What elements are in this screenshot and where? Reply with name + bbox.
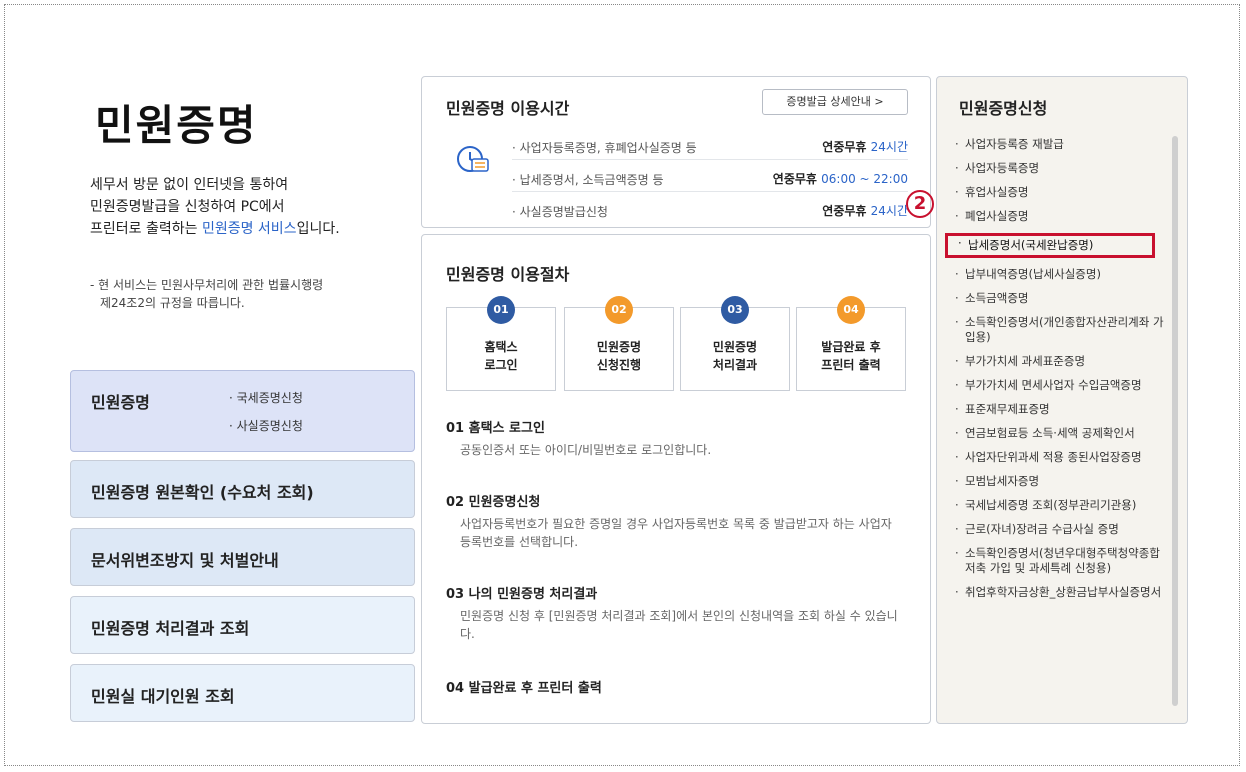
time-label: 연중무휴: [822, 204, 867, 218]
desc-line-2: 민원증명발급을 신청하여 PC에서: [90, 199, 285, 215]
tax-payment-certificate-item[interactable]: 납세증명서(국세완납증명): [945, 233, 1155, 258]
desc-text-end: 입니다.: [296, 221, 340, 237]
menu-label: 민원증명 원본확인 (수요처 조회): [91, 483, 314, 502]
note-line-1: - 현 서비스는 민원사무처리에 관한 법률시행령: [90, 278, 324, 292]
desc-text: 프린터로 출력하는: [90, 221, 202, 237]
menu-original-check[interactable]: 민원증명 원본확인 (수요처 조회): [70, 460, 415, 518]
menu-label: 문서위변조방지 및 처벌안내: [91, 551, 279, 570]
time-label: 연중무휴: [822, 140, 867, 154]
step-label: 민원증명 신청진행: [596, 340, 642, 372]
hours-row: · 납세증명서, 소득금액증명 등 연중무휴 06:00 ~ 22:00: [512, 165, 908, 192]
step-number: 04: [837, 296, 865, 324]
certificate-item[interactable]: 근로(자녀)장려금 수급사실 증명: [955, 522, 1169, 537]
step-box: 02 민원증명 신청진행: [564, 296, 674, 391]
certificate-item[interactable]: 연금보험료등 소득·세액 공제확인서: [955, 426, 1169, 441]
hours-row-name: · 사업자등록증명, 휴폐업사실증명 등: [512, 141, 697, 155]
time-value: 24시간: [870, 140, 908, 154]
certificate-item[interactable]: 부가가치세 과세표준증명: [955, 354, 1169, 369]
menu-label: 민원증명 처리결과 조회: [91, 619, 250, 638]
page-description: 세무서 방문 없이 인터넷을 통하여 민원증명발급을 신청하여 PC에서 프린터…: [90, 174, 410, 240]
page-title: 민원증명: [95, 101, 258, 150]
menu-civil-certificate[interactable]: 민원증명 · 국세증명신청 · 사실증명신청: [70, 370, 415, 452]
certificate-item[interactable]: 사업자등록증명: [955, 161, 1169, 176]
step-label: 홈택스 로그인: [484, 340, 518, 372]
certificate-item[interactable]: 사업자단위과세 적용 종된사업장증명: [955, 450, 1169, 465]
section-description: 사업자등록번호가 필요한 증명일 경우 사업자등록번호 목록 중 발급받고자 하…: [460, 517, 892, 549]
menu-label: 민원실 대기인원 조회: [91, 687, 235, 706]
certificate-item[interactable]: 소득금액증명: [955, 291, 1169, 306]
hours-row-time: 연중무휴 24시간: [822, 202, 908, 219]
certificate-item[interactable]: 표준재무제표증명: [955, 402, 1169, 417]
step-label: 발급완료 후 프린터 출력: [821, 340, 881, 372]
step-box: 01 홈택스 로그인: [446, 296, 556, 391]
national-tax-cert-link[interactable]: · 국세증명신청: [229, 389, 303, 406]
time-value: 24시간: [870, 204, 908, 218]
certificate-item[interactable]: 취업후학자금상환_상환금납부사실증명서: [955, 585, 1169, 600]
section-title: 02 민원증명신청: [446, 495, 541, 510]
legal-note: - 현 서비스는 민원사무처리에 관한 법률시행령 제24조2의 규정을 따릅니…: [90, 276, 390, 312]
section-description: 공동인증서 또는 아이디/비밀번호로 로그인합니다.: [460, 443, 712, 457]
step-number: 03: [721, 296, 749, 324]
step-number: 02: [605, 296, 633, 324]
certificate-item[interactable]: 휴업사실증명: [955, 185, 1169, 200]
certificate-item[interactable]: 소득확인증명서(청년우대형주택청약종합저축 가입 및 과세특례 신청용): [955, 546, 1169, 576]
section-title: 01 홈택스 로그인: [446, 421, 545, 436]
usage-procedure-card: 민원증명 이용절차 01 홈택스 로그인 02 민원증명 신청진행 03 민원증…: [421, 234, 931, 724]
certificate-item[interactable]: 모범납세자증명: [955, 474, 1169, 489]
certificate-item[interactable]: 사업자등록증 재발급: [955, 137, 1169, 152]
certificate-item[interactable]: 부가가치세 면세사업자 수입금액증명: [955, 378, 1169, 393]
desc-line-3: 프린터로 출력하는 민원증명 서비스입니다.: [90, 218, 410, 240]
hours-row-name: · 납세증명서, 소득금액증명 등: [512, 173, 664, 187]
certificate-item[interactable]: 국세납세증명 조회(정부관리기관용): [955, 498, 1169, 513]
step-label: 민원증명 처리결과: [712, 340, 758, 372]
time-label: 연중무휴: [772, 172, 817, 186]
desc-line-1: 세무서 방문 없이 인터넷을 통하여: [90, 177, 289, 193]
certificate-item[interactable]: 폐업사실증명: [955, 209, 1169, 224]
certificate-item[interactable]: 납부내역증명(납세사실증명): [955, 267, 1169, 282]
menu-forgery-prevention[interactable]: 문서위변조방지 및 처벌안내: [70, 528, 415, 586]
step-number: 01: [487, 296, 515, 324]
usage-hours-card: 민원증명 이용시간 증명발급 상세안내 > · 사업자등록증명, 휴폐업사실증명…: [421, 76, 931, 228]
issuance-detail-button[interactable]: 증명발급 상세안내 >: [762, 89, 908, 115]
panel-title: 민원증명신청: [959, 99, 1048, 118]
menu-result-lookup[interactable]: 민원증명 처리결과 조회: [70, 596, 415, 654]
card-title: 민원증명 이용절차: [446, 265, 570, 284]
step-box: 03 민원증명 처리결과: [680, 296, 790, 391]
note-line-2: 제24조2의 규정을 따릅니다.: [100, 296, 245, 310]
step-box: 04 발급완료 후 프린터 출력: [796, 296, 906, 391]
hours-row: · 사업자등록증명, 휴폐업사실증명 등 연중무휴 24시간: [512, 133, 908, 160]
certificate-item[interactable]: 소득확인증명서(개인종합자산관리계좌 가입용): [955, 315, 1169, 345]
clock-icon: [457, 146, 489, 172]
hours-row: · 사실증명발급신청 연중무휴 24시간: [512, 197, 908, 223]
service-link[interactable]: 민원증명 서비스: [202, 221, 297, 237]
section-title: 03 나의 민원증명 처리결과: [446, 587, 598, 602]
hours-row-time: 연중무휴 24시간: [822, 138, 908, 155]
certificate-list: 사업자등록증 재발급사업자등록증명휴업사실증명폐업사실증명납세증명서(국세완납증…: [945, 137, 1169, 609]
section-description: 민원증명 신청 후 [민원증명 처리결과 조회]에서 본인의 신청내역을 조회 …: [460, 609, 898, 641]
hours-row-name: · 사실증명발급신청: [512, 205, 608, 219]
time-value: 06:00 ~ 22:00: [821, 172, 908, 186]
panel-scrollbar[interactable]: [1172, 136, 1178, 706]
menu-label: 민원증명: [91, 393, 150, 412]
annotation-marker: 2: [906, 190, 934, 218]
certificate-apply-panel: 민원증명신청 사업자등록증 재발급사업자등록증명휴업사실증명폐업사실증명납세증명…: [936, 76, 1188, 724]
menu-waiting-count[interactable]: 민원실 대기인원 조회: [70, 664, 415, 722]
fact-cert-link[interactable]: · 사실증명신청: [229, 417, 303, 434]
section-title: 04 발급완료 후 프린터 출력: [446, 681, 602, 696]
hours-row-time: 연중무휴 06:00 ~ 22:00: [773, 170, 908, 187]
card-title: 민원증명 이용시간: [446, 99, 570, 118]
